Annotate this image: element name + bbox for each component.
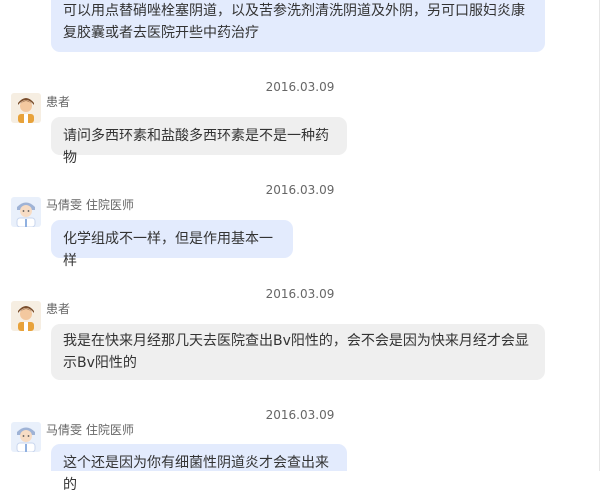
sender-name: 马倩雯 住院医师	[46, 198, 134, 212]
message-bubble-patient: 我是在快来月经那几天去医院查出Bv阳性的，会不会是因为快来月经才会显示Bv阳性的	[51, 324, 545, 380]
sender-name: 患者	[46, 302, 71, 316]
message-bubble-doctor: 可以用点替硝唑栓塞阴道，以及苦参洗剂清洗阴道及外阴，另可口服妇炎康复胶囊或者去医…	[51, 0, 545, 52]
message-date: 2016.03.09	[265, 287, 335, 301]
sender-name: 马倩雯 住院医师	[46, 423, 134, 437]
message-date: 2016.03.09	[265, 80, 335, 94]
message-bubble-doctor: 这个还是因为你有细菌性阴道炎才会查出来的	[51, 444, 347, 493]
message-bubble-patient: 请问多西环素和盐酸多西环素是不是一种药物	[51, 117, 347, 166]
patient-avatar-icon	[11, 93, 41, 123]
doctor-avatar-icon	[11, 422, 41, 452]
patient-avatar-icon	[11, 301, 41, 331]
message-bubble-doctor: 化学组成不一样，但是作用基本一样	[51, 220, 293, 269]
message-date: 2016.03.09	[265, 183, 335, 197]
sender-name: 患者	[46, 95, 71, 109]
doctor-avatar-icon	[11, 197, 41, 227]
message-date: 2016.03.09	[265, 408, 335, 422]
